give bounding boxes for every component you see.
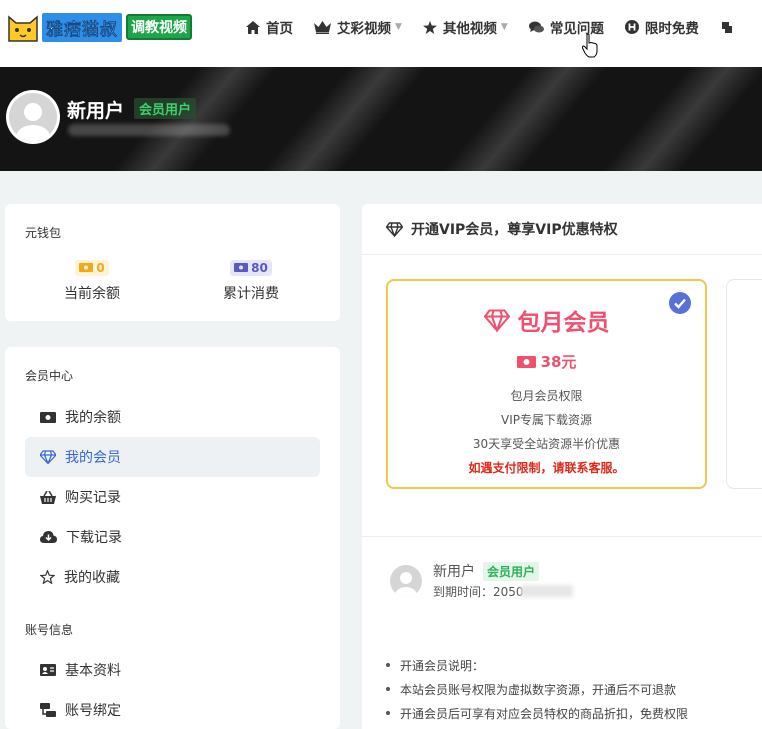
menu-item-label: 下载记录 [66,530,122,546]
spent-value: 80 [251,260,268,275]
diamond-icon [386,221,403,237]
member-center-title: 会员中心 [25,369,74,383]
member-menu-card: 会员中心 我的余额 我的会员 购买记录 下载记录 我的收藏 账号信息 基本资料 … [5,347,340,729]
nav-free-label: 限时免费 [644,21,699,37]
divider [362,536,762,537]
avatar [390,565,422,597]
money-icon [516,355,536,368]
chevron-down-icon: ▼ [395,22,402,32]
plan-warning: 如遇支付限制，请联系客服。 [468,461,625,475]
nav-other-video[interactable]: 其他视频 ▼ [422,17,508,37]
diamond-icon [483,309,510,332]
nav-home-label: 首页 [266,21,293,37]
nav-aicai-video[interactable]: 艾彩视频 ▼ [314,17,402,37]
menu-item-membership[interactable]: 我的会员 [25,437,320,477]
vip-heading: 开通VIP会员，尊享VIP优惠特权 [362,204,762,255]
menu-item-binding[interactable]: 账号绑定 [25,690,320,729]
nav-other-label: 其他视频 [442,21,497,37]
star-outline-icon [40,570,55,584]
balance-label: 当前余额 [64,286,120,302]
member-badge: 会员用户 [483,562,540,581]
menu-item-profile[interactable]: 基本资料 [25,650,320,690]
plan-card-monthly[interactable]: 包月会员 38元 包月会员权限 VIP专属下载资源 30天享受全站资源半价优惠 … [386,279,707,489]
plan-price-value: 38元 [540,353,577,371]
spent-chip: 80 [230,259,272,276]
spent-stat[interactable]: 80 累计消费 [206,257,296,303]
nav-overflow-item[interactable] [720,20,740,34]
nav-home[interactable]: 首页 [246,17,293,37]
menu-item-label: 基本资料 [65,663,121,679]
chevron-down-icon: ▼ [500,22,508,32]
basket-icon [40,490,56,504]
plan-title: 包月会员 [388,303,705,337]
plan-feature: 包月会员权限 [510,389,583,403]
member-username: 新用户 [433,564,475,580]
top-navbar: 雅痞猫叔 调教视频 首页 艾彩视频 ▼ 其他视频 ▼ 常见问题 限时免费 [0,0,762,67]
diamond-icon [40,450,56,464]
comments-icon [528,21,544,32]
home-icon [246,20,260,34]
crown-icon [314,20,331,34]
star-icon [422,20,437,34]
money-icon [234,263,249,272]
list-item: 本站会员账号权限为虚拟数字资源，开通后不可退款 [386,681,688,705]
blurred-expiry [521,585,573,597]
menu-item-label: 我的收藏 [64,570,120,586]
plan-feature: VIP专属下载资源 [501,413,592,427]
menu-item-downloads[interactable]: 下载记录 [25,517,320,557]
nav-limited-free[interactable]: 限时免费 [624,17,699,37]
blurred-email [68,124,230,136]
expiry-line: 到期时间：2050 [433,583,524,600]
menu-item-label: 我的会员 [65,450,121,466]
avatar[interactable] [6,90,60,144]
member-badge: 会员用户 [134,98,197,119]
menu-item-favorites[interactable]: 我的收藏 [25,557,320,597]
plan-feature: 30天享受全站资源半价优惠 [472,437,621,451]
money-icon [40,411,56,423]
balance-stat[interactable]: 0 当前余额 [47,257,137,303]
main-nav: 首页 艾彩视频 ▼ 其他视频 ▼ 常见问题 限时免费 [246,0,761,54]
id-card-icon [40,664,56,676]
vip-panel: 开通VIP会员，尊享VIP优惠特权 包月会员 38元 包月会员权限 VIP专属下… [362,204,762,729]
mouse-cursor-icon [582,34,598,58]
link-icon [721,22,732,33]
balance-chip: 0 [75,259,109,276]
menu-item-label: 我的余额 [65,410,121,426]
brand-name: 雅痞猫叔 [42,12,122,42]
balance-value: 0 [96,260,105,275]
spent-label: 累计消费 [223,286,279,302]
plan-name: 包月会员 [517,310,610,336]
expiry-label: 到期时间： [433,585,494,599]
profile-username: 新用户 [67,100,125,122]
plan-price: 38元 [388,351,705,372]
list-item: 开通会员后可享有对应会员特权的商品折扣，免费权限 [386,705,688,729]
vip-heading-text: 开通VIP会员，尊享VIP优惠特权 [411,222,618,238]
menu-item-label: 账号绑定 [65,703,121,719]
menu-item-label: 购买记录 [65,490,121,506]
account-title: 账号信息 [25,623,74,637]
brand-tag: 调教视频 [126,14,192,40]
vip-notes-list: 开通会员说明： 本站会员账号权限为虚拟数字资源，开通后不可退款 开通会员后可享有… [386,657,688,729]
menu-item-purchases[interactable]: 购买记录 [25,477,320,517]
cloud-download-icon [40,531,57,543]
money-icon [79,263,94,272]
wallet-card: 元钱包 0 当前余额 80 累计消费 [5,204,340,321]
wallet-title: 元钱包 [25,226,62,240]
expiry-value: 2050 [493,585,524,599]
plan-card-next[interactable] [726,279,762,489]
h-circle-icon [624,20,639,34]
cat-logo-icon [8,15,38,42]
nav-aicai-label: 艾彩视频 [337,21,391,37]
site-logo[interactable]: 雅痞猫叔 调教视频 [6,11,192,43]
list-item: 开通会员说明： [386,657,688,681]
link-icon [40,703,56,717]
menu-item-balance[interactable]: 我的余额 [25,397,320,437]
